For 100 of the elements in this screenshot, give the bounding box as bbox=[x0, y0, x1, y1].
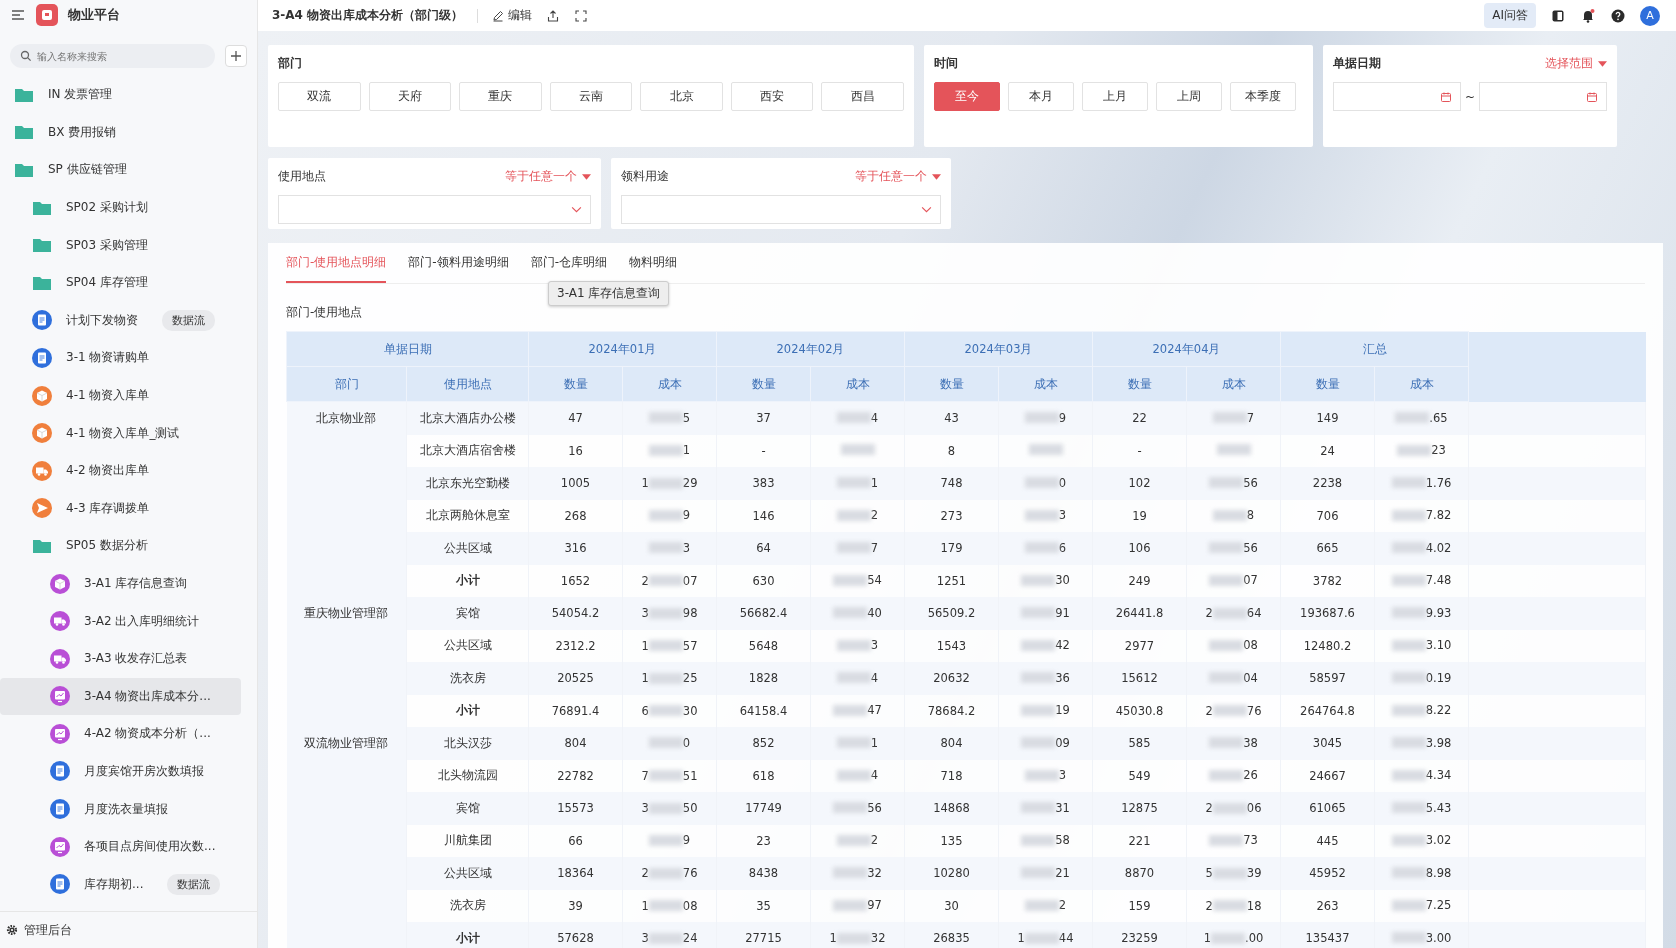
sidebar-item[interactable]: SP02 采购计划 bbox=[0, 188, 241, 227]
table-cell: 07 bbox=[682, 573, 698, 588]
table-cell: 50 bbox=[682, 801, 698, 816]
sidebar-item[interactable]: 月度洗衣量填报 bbox=[0, 790, 241, 828]
sidebar-item[interactable]: 3-A2 出入库明细统计 bbox=[0, 602, 241, 640]
table-cell: 23 bbox=[1431, 443, 1446, 457]
table-cell: 6 bbox=[1058, 540, 1067, 555]
chevron-down-icon bbox=[571, 206, 582, 213]
user-avatar[interactable]: A bbox=[1640, 5, 1660, 26]
add-button[interactable] bbox=[225, 45, 247, 67]
blurred-value bbox=[833, 802, 868, 813]
table-cell: 30 bbox=[682, 703, 698, 718]
time-option[interactable]: 上周 bbox=[1156, 82, 1222, 111]
table-cell: 76 bbox=[1246, 703, 1262, 718]
sidebar-item[interactable]: 4-2 物资出库单 bbox=[0, 451, 241, 490]
sidebar-item[interactable]: 月度宾馆开房次数填报 bbox=[0, 752, 241, 791]
time-option[interactable]: 本季度 bbox=[1230, 82, 1296, 111]
sidebar-item[interactable]: SP 供应链管理 bbox=[0, 151, 241, 189]
sidebar-item[interactable]: SP04 库存管理 bbox=[0, 263, 241, 302]
sidebar-item[interactable]: 计划下发物资 数据流 bbox=[0, 301, 241, 340]
blurred-value bbox=[648, 672, 683, 684]
select-field[interactable] bbox=[621, 195, 941, 224]
blurred-value bbox=[1391, 704, 1426, 716]
blurred-value bbox=[1391, 802, 1426, 813]
sidebar-item[interactable]: BX 费用报销 bbox=[0, 113, 241, 152]
table-cell: 51 bbox=[682, 768, 698, 783]
department-option[interactable]: 西安 bbox=[730, 82, 814, 111]
sidebar-item[interactable]: 4-1 物资入库单_测试 bbox=[0, 414, 241, 452]
tab[interactable]: 部门-领料用途明细 bbox=[408, 254, 509, 283]
app-name: 物业平台 bbox=[68, 6, 120, 24]
table-cell: 37 bbox=[716, 401, 811, 435]
table-cell: 316 bbox=[528, 532, 623, 565]
time-option[interactable]: 上月 bbox=[1082, 82, 1148, 111]
sidebar-item[interactable]: 3-A1 库存信息查询 bbox=[0, 564, 241, 603]
table-cell: 1 bbox=[641, 638, 649, 653]
match-mode-dropdown[interactable]: 等于任意一个 bbox=[855, 168, 941, 185]
table-cell: 3 bbox=[641, 801, 649, 816]
sidebar-item[interactable]: 4-1 物资入库单 bbox=[0, 376, 241, 415]
sidebar-item[interactable]: 库存期初... 数据流 bbox=[0, 865, 241, 904]
share-icon[interactable] bbox=[546, 8, 561, 23]
sidebar-item[interactable]: 3-A4 物资出库成本分... bbox=[0, 677, 241, 716]
caret-icon bbox=[1598, 60, 1607, 67]
tab[interactable]: 部门-使用地点明细 bbox=[286, 254, 387, 283]
sidebar-item[interactable]: SP03 采购管理 bbox=[0, 226, 241, 264]
table-cell: 1 bbox=[870, 475, 879, 490]
table-cell: 5 bbox=[682, 410, 691, 425]
table-cell: 17749 bbox=[716, 792, 811, 825]
table-cell: 56 bbox=[1243, 540, 1258, 555]
table-cell: .00 bbox=[1245, 931, 1264, 946]
blurred-value bbox=[1391, 542, 1426, 553]
table-cell: 102 bbox=[1092, 467, 1187, 500]
fullscreen-icon[interactable] bbox=[574, 8, 589, 23]
blurred-value bbox=[1391, 867, 1426, 878]
blurred-value bbox=[833, 899, 868, 911]
table-cell: 重庆物业管理部 bbox=[286, 597, 407, 727]
department-option[interactable]: 重庆 bbox=[459, 82, 542, 111]
sidebar-item[interactable]: IN 发票管理 bbox=[0, 76, 241, 114]
tab[interactable]: 物料明细 bbox=[629, 254, 678, 283]
page-title: 3-A4 物资出库成本分析（部门级） bbox=[272, 7, 464, 24]
department-option[interactable]: 云南 bbox=[549, 82, 633, 111]
sidebar-item[interactable]: 4-3 库存调拨单 bbox=[0, 489, 241, 528]
ai-chat-button[interactable]: AI问答 bbox=[1484, 3, 1536, 28]
table-cell: 2 bbox=[1058, 898, 1067, 912]
start-date-field[interactable] bbox=[1333, 82, 1461, 111]
table-cell: 4 bbox=[870, 670, 879, 685]
table-cell: 56 bbox=[1243, 475, 1258, 490]
menu-icon[interactable] bbox=[10, 7, 26, 23]
range-mode-dropdown[interactable]: 选择范围 bbox=[1545, 55, 1607, 72]
column-header: 2024年01月 bbox=[528, 331, 717, 367]
table-cell: 3 bbox=[641, 606, 649, 621]
tab[interactable]: 部门-仓库明细 bbox=[530, 254, 608, 283]
sidebar-item[interactable]: 3-1 物资请购单 bbox=[0, 339, 241, 377]
edit-button[interactable]: 编辑 bbox=[492, 7, 533, 24]
department-option[interactable]: 北京 bbox=[640, 82, 723, 111]
table-cell: 北京物业部 bbox=[286, 401, 407, 597]
match-mode-dropdown[interactable]: 等于任意一个 bbox=[505, 168, 591, 185]
search-field[interactable]: 输入名称来搜索 bbox=[10, 44, 215, 68]
help-icon[interactable] bbox=[1610, 7, 1626, 24]
table-cell: 8870 bbox=[1092, 857, 1187, 890]
department-option[interactable]: 双流 bbox=[278, 82, 361, 111]
sidebar-item[interactable]: 3-A3 收发存汇总表 bbox=[0, 639, 241, 678]
table-cell: 61065 bbox=[1280, 792, 1375, 825]
department-option[interactable]: 西昌 bbox=[821, 82, 905, 111]
blurred-value bbox=[840, 443, 875, 455]
sidebar-item[interactable]: 4-A2 物资成本分析（... bbox=[0, 715, 241, 753]
blurred-value bbox=[1391, 737, 1426, 748]
department-option[interactable]: 天府 bbox=[368, 82, 452, 111]
select-field[interactable] bbox=[278, 195, 591, 224]
blurred-value bbox=[1021, 867, 1056, 878]
time-option[interactable]: 至今 bbox=[934, 82, 1000, 111]
sidebar-item[interactable]: 各项目点房间使用次数... bbox=[0, 827, 241, 866]
sidebar-item[interactable]: SP05 数据分析 bbox=[0, 527, 241, 565]
admin-link[interactable]: 管理后台 bbox=[24, 921, 72, 939]
time-option[interactable]: 本月 bbox=[1008, 82, 1074, 111]
table-cell: 2 bbox=[1205, 801, 1213, 816]
end-date-field[interactable] bbox=[1479, 82, 1607, 111]
table-cell: 10280 bbox=[904, 857, 999, 890]
blurred-value bbox=[648, 802, 683, 814]
table-cell: 2 bbox=[641, 573, 649, 588]
table-cell: 20525 bbox=[528, 662, 623, 695]
